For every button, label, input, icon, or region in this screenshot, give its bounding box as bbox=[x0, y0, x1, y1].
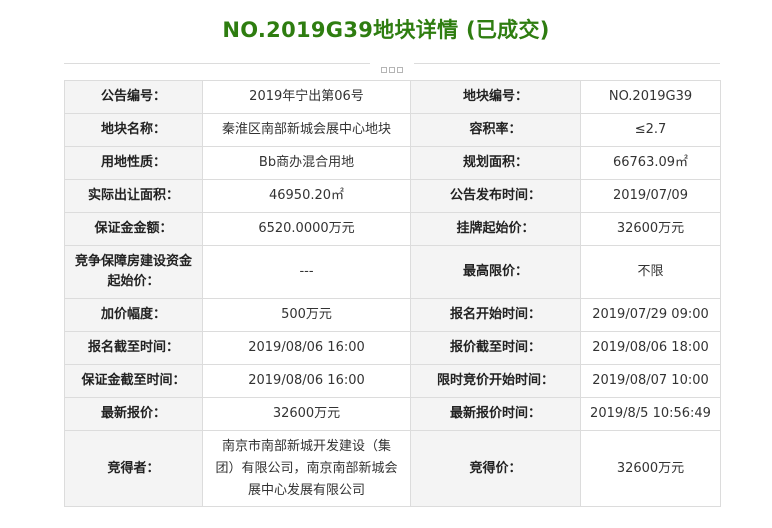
table-row: 公告编号： 2019年宁出第06号 地块编号： NO.2019G39 bbox=[64, 80, 721, 114]
table-row: 竞争保障房建设资金起始价： --- 最高限价： 不限 bbox=[64, 245, 721, 299]
publish-time-value: 2019/07/09 bbox=[580, 179, 721, 213]
registration-deadline-label: 报名截至时间： bbox=[64, 331, 203, 365]
divider-ornament bbox=[375, 58, 409, 73]
planned-area-value: 66763.09㎡ bbox=[580, 146, 721, 180]
actual-area-value: 46950.20㎡ bbox=[202, 179, 411, 213]
parcel-name-value: 秦淮区南部新城会展中心地块 bbox=[202, 113, 411, 147]
increment-value: 500万元 bbox=[202, 298, 411, 332]
winning-price-label: 竞得价： bbox=[410, 430, 581, 507]
plot-ratio-value: ≤2.7 bbox=[580, 113, 721, 147]
deposit-deadline-label: 保证金截至时间： bbox=[64, 364, 203, 398]
registration-start-label: 报名开始时间： bbox=[410, 298, 581, 332]
divider-line-left bbox=[64, 63, 370, 64]
price-cap-label: 最高限价： bbox=[410, 245, 581, 299]
parcel-name-label: 地块名称： bbox=[64, 113, 203, 147]
divider-line-right bbox=[414, 63, 720, 64]
square-icon bbox=[381, 67, 387, 73]
bid-deadline-value: 2019/08/06 18:00 bbox=[580, 331, 721, 365]
housing-fund-start-label: 竞争保障房建设资金起始价： bbox=[64, 245, 203, 299]
planned-area-label: 规划面积： bbox=[410, 146, 581, 180]
table-row: 保证金金额： 6520.0000万元 挂牌起始价： 32600万元 bbox=[64, 212, 721, 246]
starting-price-value: 32600万元 bbox=[580, 212, 721, 246]
registration-deadline-value: 2019/08/06 16:00 bbox=[202, 331, 411, 365]
table-row: 用地性质： Bb商办混合用地 规划面积： 66763.09㎡ bbox=[64, 146, 721, 180]
housing-fund-start-value: --- bbox=[202, 245, 411, 299]
table-row: 加价幅度： 500万元 报名开始时间： 2019/07/29 09:00 bbox=[64, 298, 721, 332]
table-row: 最新报价： 32600万元 最新报价时间： 2019/8/5 10:56:49 bbox=[64, 397, 721, 431]
table-row: 地块名称： 秦淮区南部新城会展中心地块 容积率： ≤2.7 bbox=[64, 113, 721, 147]
registration-start-value: 2019/07/29 09:00 bbox=[580, 298, 721, 332]
plot-ratio-label: 容积率： bbox=[410, 113, 581, 147]
parcel-no-label: 地块编号： bbox=[410, 80, 581, 114]
square-icon bbox=[389, 67, 395, 73]
timed-bidding-start-label: 限时竞价开始时间： bbox=[410, 364, 581, 398]
bid-deadline-label: 报价截至时间： bbox=[410, 331, 581, 365]
latest-bid-value: 32600万元 bbox=[202, 397, 411, 431]
land-detail-table: 公告编号： 2019年宁出第06号 地块编号： NO.2019G39 地块名称：… bbox=[64, 80, 721, 507]
winner-label: 竞得者： bbox=[64, 430, 203, 507]
latest-bid-time-label: 最新报价时间： bbox=[410, 397, 581, 431]
land-use-label: 用地性质： bbox=[64, 146, 203, 180]
announcement-no-value: 2019年宁出第06号 bbox=[202, 80, 411, 114]
timed-bidding-start-value: 2019/08/07 10:00 bbox=[580, 364, 721, 398]
increment-label: 加价幅度： bbox=[64, 298, 203, 332]
deposit-deadline-value: 2019/08/06 16:00 bbox=[202, 364, 411, 398]
latest-bid-time-value: 2019/8/5 10:56:49 bbox=[580, 397, 721, 431]
latest-bid-label: 最新报价： bbox=[64, 397, 203, 431]
parcel-no-value: NO.2019G39 bbox=[580, 80, 721, 114]
starting-price-label: 挂牌起始价： bbox=[410, 212, 581, 246]
title-divider bbox=[64, 58, 720, 73]
table-row: 竞得者： 南京市南部新城开发建设（集团）有限公司，南京南部新城会展中心发展有限公… bbox=[64, 430, 721, 507]
winner-value: 南京市南部新城开发建设（集团）有限公司，南京南部新城会展中心发展有限公司 bbox=[202, 430, 411, 507]
table-row: 保证金截至时间： 2019/08/06 16:00 限时竞价开始时间： 2019… bbox=[64, 364, 721, 398]
actual-area-label: 实际出让面积： bbox=[64, 179, 203, 213]
deposit-amount-value: 6520.0000万元 bbox=[202, 212, 411, 246]
square-icon bbox=[397, 67, 403, 73]
announcement-no-label: 公告编号： bbox=[64, 80, 203, 114]
table-row: 实际出让面积： 46950.20㎡ 公告发布时间： 2019/07/09 bbox=[64, 179, 721, 213]
price-cap-value: 不限 bbox=[580, 245, 721, 299]
winning-price-value: 32600万元 bbox=[580, 430, 721, 507]
page-title: NO.2019G39地块详情 (已成交) bbox=[222, 18, 550, 42]
publish-time-label: 公告发布时间： bbox=[410, 179, 581, 213]
table-row: 报名截至时间： 2019/08/06 16:00 报价截至时间： 2019/08… bbox=[64, 331, 721, 365]
deposit-amount-label: 保证金金额： bbox=[64, 212, 203, 246]
land-use-value: Bb商办混合用地 bbox=[202, 146, 411, 180]
